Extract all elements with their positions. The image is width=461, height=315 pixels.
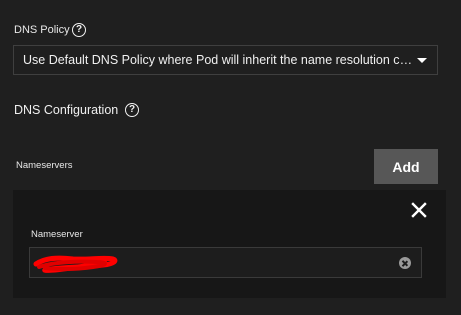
add-nameserver-button[interactable]: Add: [374, 149, 438, 184]
nameservers-label: Nameservers: [16, 160, 73, 171]
caret-down-icon: [417, 58, 427, 63]
dns-configuration-title: DNS Configuration: [14, 103, 119, 117]
clear-input-icon[interactable]: [399, 257, 411, 269]
redaction-scribble: [33, 255, 118, 273]
dns-configuration-help-icon[interactable]: ?: [125, 103, 139, 117]
nameserver-label: Nameserver: [31, 229, 83, 240]
dns-policy-selected-value: Use Default DNS Policy where Pod will in…: [23, 53, 415, 67]
dns-policy-label: DNS Policy: [14, 24, 70, 36]
dns-policy-select[interactable]: Use Default DNS Policy where Pod will in…: [13, 45, 438, 75]
dns-policy-help-icon[interactable]: ?: [72, 23, 86, 37]
nameserver-card: Nameserver: [13, 190, 446, 298]
close-icon[interactable]: [410, 201, 428, 219]
nameserver-input[interactable]: [29, 247, 422, 278]
